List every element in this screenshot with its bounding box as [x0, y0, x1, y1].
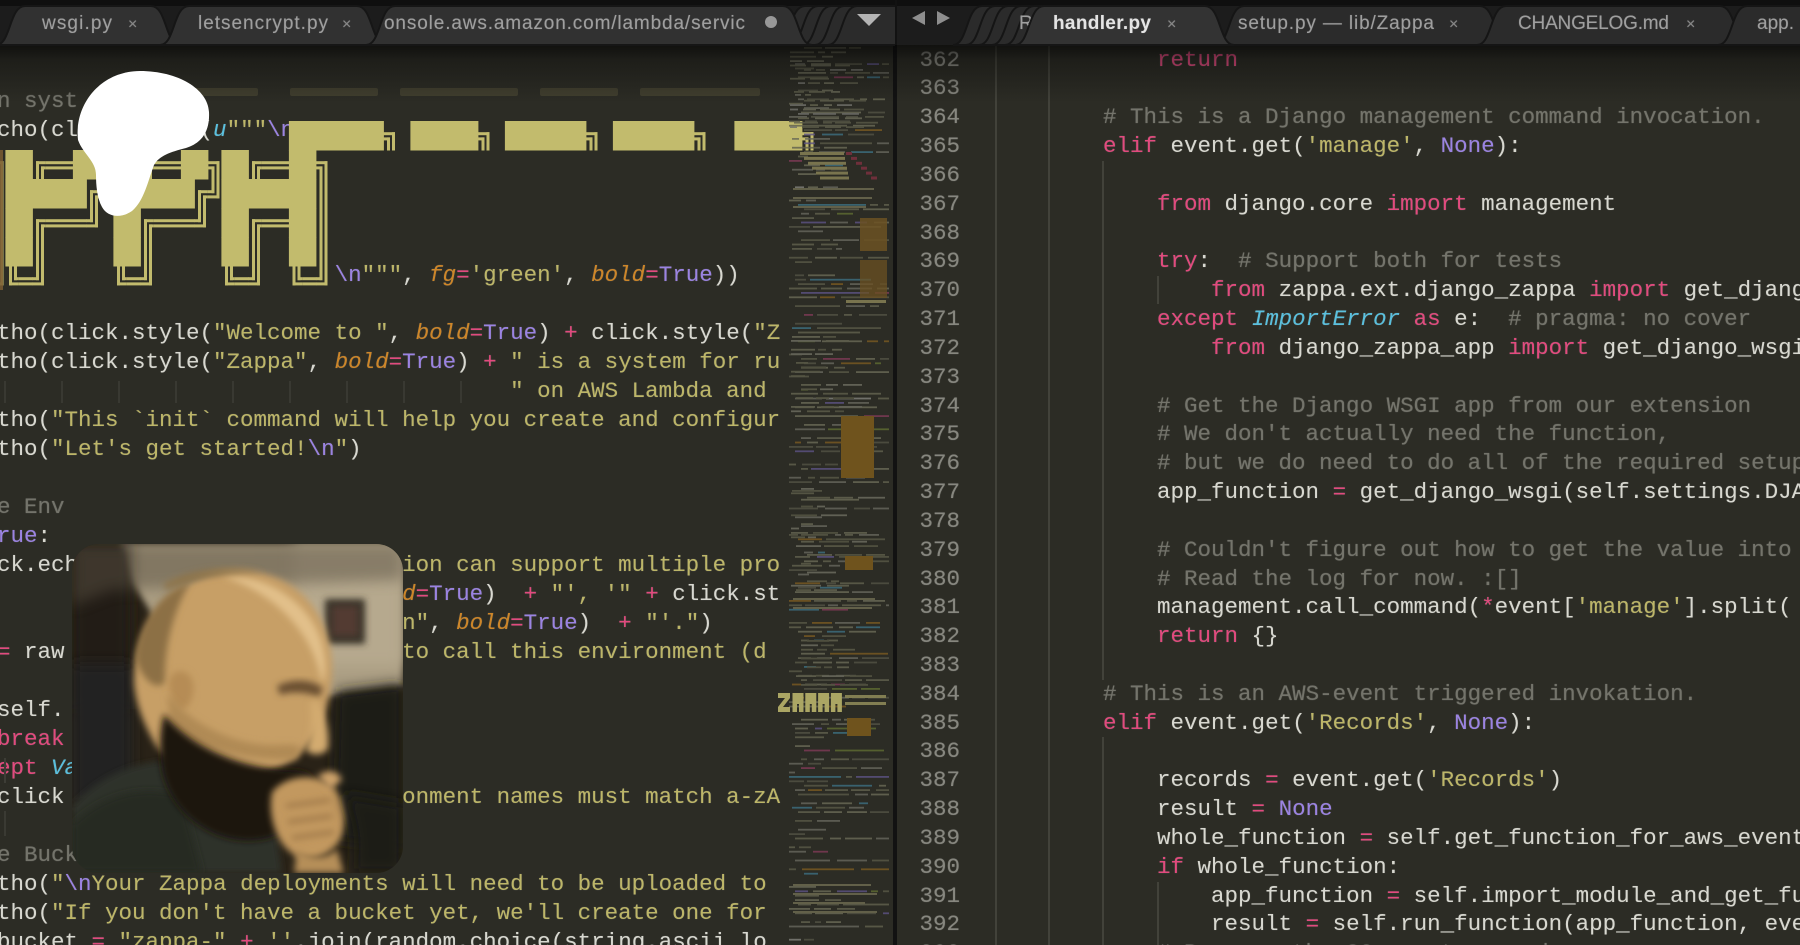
- svg-text:×: ×: [1167, 16, 1176, 33]
- svg-text:app.: app.: [1757, 13, 1794, 34]
- svg-text:letsencrypt.py: letsencrypt.py: [198, 13, 329, 34]
- svg-text:setup.py — lib/Zappa: setup.py — lib/Zappa: [1238, 13, 1434, 34]
- svg-text:×: ×: [128, 16, 137, 33]
- svg-text:×: ×: [342, 16, 351, 33]
- svg-text:×: ×: [1449, 16, 1458, 33]
- svg-text:onsole.aws.amazon.com/lambda/s: onsole.aws.amazon.com/lambda/servic: [384, 13, 745, 34]
- svg-text:handler.py: handler.py: [1053, 13, 1151, 34]
- svg-text:CHANGELOG.md: CHANGELOG.md: [1518, 13, 1669, 34]
- svg-text:×: ×: [1686, 16, 1695, 33]
- svg-text:wsgi.py: wsgi.py: [41, 13, 113, 34]
